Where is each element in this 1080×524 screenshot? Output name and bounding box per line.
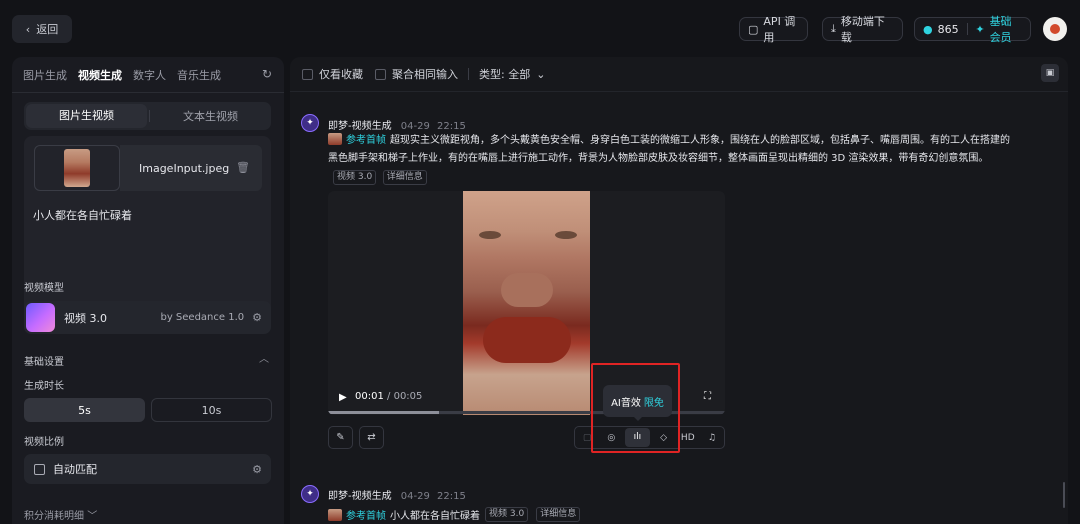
generation-date: 04-29 bbox=[400, 491, 430, 502]
aggregate-filter[interactable]: 聚合相同输入 bbox=[375, 66, 458, 82]
generation-time: 22:15 bbox=[437, 491, 466, 502]
basic-settings-label: 基础设置 bbox=[24, 357, 64, 368]
model-name: 视频 3.0 bbox=[64, 311, 107, 325]
details-chip[interactable]: 详细信息 bbox=[382, 170, 427, 185]
generation-title: 即梦-视频生成 04-29 22:15 bbox=[328, 487, 466, 502]
checkbox[interactable] bbox=[302, 68, 313, 80]
prompt-input[interactable]: 小人都在各自忙碌着 bbox=[33, 207, 132, 223]
model-icon bbox=[26, 303, 55, 332]
generation-title: 即梦-视频生成 04-29 22:15 bbox=[328, 117, 466, 132]
refresh-icon[interactable]: ↻ bbox=[262, 67, 272, 81]
download-icon: ⤓ bbox=[831, 22, 836, 35]
chevron-down-icon: ﹀ bbox=[87, 511, 98, 522]
mobile-label: 移动端下载 bbox=[840, 15, 885, 44]
type-dropdown[interactable]: 类型: 全部 ⌄ bbox=[479, 66, 545, 82]
music-icon[interactable]: ♫ bbox=[700, 433, 724, 443]
play-icon[interactable]: ▶ bbox=[339, 392, 347, 403]
tab-music-generation[interactable]: 音乐生成 bbox=[177, 67, 221, 83]
generation-description: 参考首帧 超现实主义微距视角，多个头戴黄色安全帽、身穿白色工装的微缩工人形象，围绕… bbox=[328, 132, 1018, 168]
favorites-filter[interactable]: 仅看收藏 bbox=[302, 66, 363, 82]
ratio-selector[interactable]: 自动匹配 ⚙ bbox=[24, 454, 271, 484]
folder-icon[interactable]: ▣ bbox=[1041, 64, 1059, 82]
reference-frame-tag[interactable]: 参考首帧 bbox=[346, 507, 386, 522]
duration-option-10s[interactable]: 10s bbox=[151, 398, 272, 422]
filter-bar: 仅看收藏 聚合相同输入 类型: 全部 ⌄ bbox=[290, 57, 1068, 91]
mode-text-to-video[interactable]: 文本生视频 bbox=[150, 108, 271, 124]
generation-time: 22:15 bbox=[437, 121, 466, 132]
divider bbox=[12, 92, 284, 93]
api-button[interactable]: ▢ API 调用 bbox=[739, 15, 808, 44]
model-chip[interactable]: 视频 3.0 bbox=[333, 170, 377, 185]
aggregate-label: 聚合相同输入 bbox=[392, 68, 458, 81]
checkbox[interactable] bbox=[375, 68, 386, 80]
back-label: 返回 bbox=[36, 23, 59, 36]
favorites-label: 仅看收藏 bbox=[319, 68, 363, 81]
time-display: 00:01 / 00:05 bbox=[355, 391, 423, 402]
sparkle-icon: ✦ bbox=[975, 22, 985, 36]
mobile-download-button[interactable]: ⤓ 移动端下载 bbox=[822, 15, 903, 44]
sliders-icon[interactable]: ⚙ bbox=[252, 463, 262, 476]
cost-details-toggle[interactable]: 积分消耗明细 ﹀ bbox=[24, 507, 97, 522]
duration-label: 生成时长 bbox=[24, 381, 64, 392]
sliders-icon[interactable]: ⚙ bbox=[252, 311, 262, 324]
scrollbar[interactable] bbox=[1063, 482, 1065, 508]
avatar[interactable] bbox=[1043, 17, 1067, 41]
reference-frame-thumb[interactable] bbox=[328, 133, 342, 145]
duration-time: 00:05 bbox=[393, 391, 423, 402]
generation-date: 04-29 bbox=[400, 121, 430, 132]
ratio-value: 自动匹配 bbox=[53, 463, 97, 476]
dreamina-logo-icon: ✦ bbox=[301, 114, 319, 132]
tab-image-generation[interactable]: 图片生成 bbox=[23, 67, 67, 83]
edit-icon[interactable]: ✎ bbox=[328, 426, 353, 449]
regenerate-icon[interactable]: ⇄ bbox=[359, 426, 384, 449]
ratio-icon bbox=[34, 463, 45, 475]
generation-name: 即梦-视频生成 bbox=[328, 491, 392, 502]
description-text: 小人都在各自忙碌着 bbox=[390, 511, 480, 522]
chevron-left-icon: ‹ bbox=[25, 22, 31, 36]
reference-frame-tag[interactable]: 参考首帧 bbox=[346, 135, 386, 146]
tab-digital-human[interactable]: 数字人 bbox=[133, 67, 166, 83]
generation-description: 参考首帧 小人都在各自忙碌着 视频 3.0 详细信息 bbox=[328, 507, 583, 522]
generation-name: 即梦-视频生成 bbox=[328, 121, 392, 132]
mode-switch: 图片生视频 文本生视频 bbox=[24, 102, 271, 130]
member-label: 基础会员 bbox=[989, 15, 1012, 44]
model-chip[interactable]: 视频 3.0 bbox=[485, 507, 529, 522]
dreamina-logo-icon: ✦ bbox=[301, 485, 319, 503]
ratio-label: 视频比例 bbox=[24, 437, 64, 448]
left-panel: 图片生成 视频生成 数字人 音乐生成 ↻ 图片生视频 文本生视频 ImageIn… bbox=[12, 57, 284, 524]
model-by: by Seedance 1.0 bbox=[160, 312, 245, 323]
video-model-label: 视频模型 bbox=[24, 283, 64, 294]
mode-image-to-video[interactable]: 图片生视频 bbox=[26, 104, 147, 128]
credit-coin-icon: ● bbox=[923, 22, 933, 36]
chat-icon: ▢ bbox=[748, 22, 759, 36]
details-chip[interactable]: 详细信息 bbox=[536, 507, 581, 522]
description-text: 超现实主义微距视角，多个头戴黄色安全帽、身穿白色工装的微缩工人形象，围绕在人的脸… bbox=[328, 135, 1010, 164]
results-panel: 仅看收藏 聚合相同输入 类型: 全部 ⌄ ▣ ✦ 即梦-视频生成 04-29 2… bbox=[290, 57, 1068, 524]
model-selector[interactable]: 视频 3.0 by Seedance 1.0 ⚙ bbox=[24, 301, 271, 334]
back-button[interactable]: ‹ 返回 bbox=[12, 15, 72, 43]
tab-video-generation[interactable]: 视频生成 bbox=[78, 67, 122, 83]
credits-membership-pill[interactable]: ● 865 ✦ 基础会员 bbox=[914, 15, 1031, 44]
type-label: 类型: 全部 bbox=[479, 68, 531, 81]
video-frame bbox=[463, 191, 590, 415]
image-thumbnail[interactable] bbox=[34, 145, 120, 191]
highlight-box bbox=[591, 363, 680, 453]
top-bar: ‹ 返回 ▢ API 调用 ⤓ 移动端下载 ● 865 ✦ 基础会员 bbox=[0, 0, 1080, 56]
duration-option-5s[interactable]: 5s bbox=[24, 398, 145, 422]
generation-tabs: 图片生成 视频生成 数字人 音乐生成 bbox=[23, 67, 221, 83]
file-info: ImageInput.jpeg 🗑 bbox=[120, 145, 262, 191]
current-time: 00:01 bbox=[355, 391, 384, 402]
api-label: API 调用 bbox=[763, 15, 796, 44]
generation-chips: 视频 3.0 详细信息 bbox=[333, 169, 430, 185]
reference-frame-thumb[interactable] bbox=[328, 508, 342, 521]
credit-count: 865 bbox=[937, 22, 959, 36]
chevron-down-icon: ⌄ bbox=[536, 67, 546, 81]
trash-icon[interactable]: 🗑 bbox=[236, 161, 250, 174]
chevron-up-icon[interactable]: ︿ bbox=[259, 350, 269, 365]
cost-label: 积分消耗明细 bbox=[24, 511, 84, 522]
fullscreen-icon[interactable]: ⛶ bbox=[704, 391, 711, 402]
file-name: ImageInput.jpeg bbox=[139, 161, 230, 175]
